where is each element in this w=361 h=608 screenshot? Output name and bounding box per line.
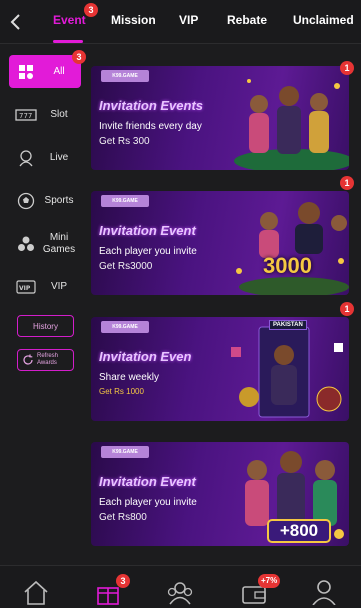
banner-subtitle: Each player you invite [99,497,197,508]
brand-logo: K99.GAME [101,70,149,82]
banner-reward: Get Rs3000 [99,261,153,272]
banner-subtitle: Each player you invite [99,246,197,257]
category-sidebar: All 3 777 Slot Live Sports Mini Games VI… [0,45,86,565]
wallet-badge: +7% [258,574,281,588]
svg-text:VIP: VIP [19,285,31,292]
banner-title: Invitation Event [99,474,196,489]
banner-title: Invitation Even [99,349,192,364]
event-banner[interactable]: K99.GAME Invitation Even Share weekly Ge… [91,317,349,421]
app-root: Event 3 Mission VIP Rebate Unclaimed All… [0,0,361,608]
banner-subtitle: Share weekly [99,372,160,383]
sidebar-item-label: Mini Games [42,231,76,255]
history-button[interactable]: History [17,315,74,337]
top-tab-bar: Event 3 Mission VIP Rebate Unclaimed [0,0,361,44]
brand-logo: K99.GAME [101,321,149,333]
sidebar-item-label: Slot [50,108,68,120]
profile-icon[interactable] [310,579,338,605]
sidebar-item-live[interactable]: Live [9,141,81,174]
sidebar-item-vip[interactable]: VIP VIP [9,270,81,303]
active-tab-indicator [53,40,83,43]
banner-reward: Get Rs 300 [99,136,150,147]
banner-artwork [234,79,349,170]
sidebar-item-all[interactable]: All [9,55,81,88]
banner-badge: 1 [340,302,354,316]
gift-badge: 3 [116,574,130,588]
banner-subtitle: Invite friends every day [99,121,202,132]
banner-amount: +800 [267,519,331,543]
banner-title: Invitation Event [99,223,196,238]
event-banner[interactable]: K99.GAME Invitation Events Invite friend… [91,66,349,170]
slot-machine-icon: 777 [15,104,37,126]
banner-reward: Get Rs800 [99,512,147,523]
all-badge: 3 [72,50,86,64]
home-icon[interactable] [22,579,50,605]
bottom-nav: 3 +7% [0,565,361,608]
event-banner[interactable]: K99.GAME Invitation Event Each player yo… [91,442,349,546]
banner-badge: 1 [340,61,354,75]
tab-mission[interactable]: Mission [111,13,156,27]
event-tab-badge: 3 [84,3,98,17]
svg-text:777: 777 [19,112,32,120]
country-tag: PAKISTAN [269,320,307,330]
back-arrow-icon[interactable] [6,10,26,34]
brand-logo: K99.GAME [101,446,149,458]
banner-artwork [231,326,343,418]
refresh-awards-button[interactable]: Refresh Awards [17,349,74,371]
refresh-icon [23,354,33,365]
brand-logo: K99.GAME [101,195,149,207]
grid-icon [15,61,37,83]
sidebar-item-slot[interactable]: 777 Slot [9,98,81,131]
banner-title: Invitation Events [99,98,204,113]
sidebar-item-label: VIP [50,280,68,292]
agents-icon[interactable] [166,579,194,605]
cubes-icon [15,233,37,255]
vip-card-icon: VIP [15,276,37,298]
tab-event[interactable]: Event [53,13,86,27]
refresh-awards-label: Refresh Awards [37,353,59,366]
sidebar-item-label: Live [49,151,69,163]
tab-vip[interactable]: VIP [179,13,198,27]
banner-badge: 1 [340,176,354,190]
event-banner[interactable]: K99.GAME Invitation Event Each player yo… [91,191,349,295]
sidebar-item-mini-games[interactable]: Mini Games [9,227,81,260]
soccer-ball-icon [15,190,37,212]
tab-unclaimed[interactable]: Unclaimed [293,13,354,27]
sidebar-item-label: Sports [44,194,74,206]
live-dealer-icon [15,147,37,169]
sidebar-item-label: All [53,65,65,77]
banner-amount: 3000 [263,253,312,278]
banner-artwork [236,202,349,295]
banner-reward: Get Rs 1000 [99,387,144,396]
sidebar-item-sports[interactable]: Sports [9,184,81,217]
tab-rebate[interactable]: Rebate [227,13,267,27]
